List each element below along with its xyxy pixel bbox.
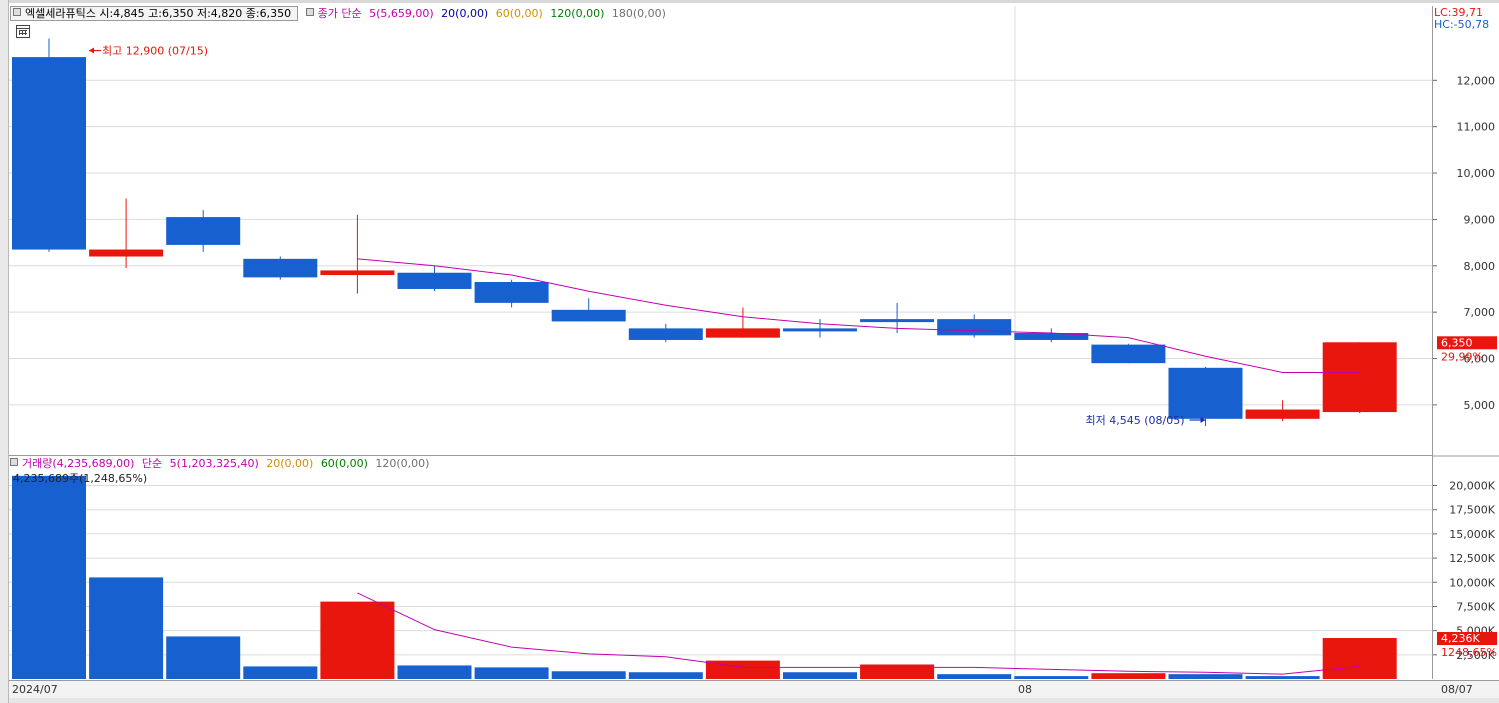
candle-body bbox=[12, 57, 86, 250]
legend-square-icon bbox=[305, 8, 314, 16]
x-label-month: 08 bbox=[1018, 683, 1032, 696]
volume-bar bbox=[1091, 673, 1166, 679]
candle-body bbox=[937, 319, 1012, 336]
legend-square-icon bbox=[13, 8, 21, 16]
high-annotation: 최고 12,900 (07/15) bbox=[102, 45, 208, 58]
volume-bar bbox=[783, 672, 857, 679]
volume-tick-label: 10,000K bbox=[1449, 576, 1495, 589]
volume-tick-label: 7,500K bbox=[1456, 600, 1495, 613]
volume-bar bbox=[12, 475, 86, 679]
volume-chart[interactable]: 4,235,689주(1,248,65%) bbox=[9, 457, 1432, 679]
vol-ma-title[interactable]: 단순 bbox=[142, 457, 162, 470]
x-label-end: 08/07 bbox=[1441, 683, 1473, 696]
volume-bar bbox=[474, 667, 549, 679]
price-tick-label: 11,000 bbox=[1457, 121, 1496, 134]
hc-label: HC:-50,78 bbox=[1434, 18, 1490, 31]
volume-bar bbox=[89, 577, 164, 679]
candle-body bbox=[1322, 342, 1397, 413]
price-axis[interactable]: 5,000 6,000 7,000 8,000 9,000 10,000 11,000 12,… bbox=[1432, 6, 1499, 679]
candle-body bbox=[628, 328, 703, 340]
ma60-label[interactable]: 60(0,00) bbox=[496, 7, 543, 20]
volume-bar bbox=[243, 666, 318, 679]
volume-bar bbox=[1322, 638, 1397, 679]
volume-tag-label: 4,236K bbox=[1441, 632, 1480, 645]
left-resize-bar[interactable] bbox=[0, 0, 9, 703]
vol-ma20-label[interactable]: 20(0,00) bbox=[266, 457, 313, 470]
candle-body bbox=[551, 309, 626, 322]
low-annotation: 최저 4,545 (08/05) bbox=[1086, 414, 1185, 427]
volume-bar bbox=[937, 674, 1012, 679]
high-arrow-head-icon bbox=[89, 47, 94, 54]
legend-square-icon bbox=[10, 458, 18, 466]
ma180-label[interactable]: 180(0,00) bbox=[612, 7, 666, 20]
price-tick-label: 12,000 bbox=[1457, 74, 1496, 87]
vol-ma120-label[interactable]: 120(0,00) bbox=[375, 457, 429, 470]
scroll-strip[interactable] bbox=[9, 698, 1499, 703]
stock-chart-window: 최고 12,900 (07/15) 최저 4,545 (08/05) 4,235,… bbox=[0, 0, 1499, 703]
ma20-label[interactable]: 20(0,00) bbox=[441, 7, 488, 20]
vol-ma5-label[interactable]: 5(1,203,325,40) bbox=[170, 457, 259, 470]
price-tick-label: 8,000 bbox=[1464, 260, 1496, 273]
price-legend: 엑셀세라퓨틱스 시:4,845 고:6,350 저:4,820 종:6,350 … bbox=[10, 6, 670, 22]
candle-body bbox=[860, 319, 935, 323]
price-tick-label: 10,000 bbox=[1457, 167, 1496, 180]
volume-first-label: 4,235,689주(1,248,65%) bbox=[13, 472, 147, 485]
price-tick-label: 9,000 bbox=[1464, 213, 1496, 226]
volume-tick-label: 15,000K bbox=[1449, 528, 1495, 541]
ma-title[interactable]: 종가 단순 bbox=[318, 7, 362, 20]
candle-body bbox=[1245, 409, 1320, 419]
price-tick-label: 5,000 bbox=[1464, 399, 1496, 412]
candle-body bbox=[1014, 333, 1089, 340]
volume-title[interactable]: 거래량(4,235,689,00) bbox=[22, 457, 134, 470]
volume-bar bbox=[551, 671, 626, 679]
volume-tick-label: 17,500K bbox=[1449, 504, 1495, 517]
candle-body bbox=[397, 272, 472, 289]
volume-change-label: 1248,65% bbox=[1441, 646, 1497, 659]
volume-bar bbox=[1168, 674, 1243, 679]
candle-body bbox=[166, 217, 241, 245]
calendar-icon[interactable] bbox=[16, 25, 30, 38]
volume-tick-label: 20,000K bbox=[1449, 480, 1495, 493]
price-chart[interactable]: 최고 12,900 (07/15) 최저 4,545 (08/05) bbox=[9, 6, 1432, 456]
window-top-edge bbox=[0, 0, 1499, 3]
vol-ma60-label[interactable]: 60(0,00) bbox=[321, 457, 368, 470]
volume-bar bbox=[166, 636, 241, 679]
candle-body bbox=[1168, 367, 1243, 419]
vol-ma5-line bbox=[357, 592, 1360, 675]
price-info-text: 엑셀세라퓨틱스 시:4,845 고:6,350 저:4,820 종:6,350 bbox=[25, 7, 292, 20]
price-tick-label: 7,000 bbox=[1464, 306, 1496, 319]
volume-bar bbox=[860, 664, 935, 679]
volume-bar bbox=[320, 601, 395, 679]
ma5-line bbox=[357, 258, 1360, 373]
candle-body bbox=[705, 328, 780, 338]
volume-bar bbox=[1245, 676, 1320, 679]
volume-tick-label: 12,500K bbox=[1449, 552, 1495, 565]
candle-body bbox=[243, 258, 318, 278]
volume-bar bbox=[397, 665, 472, 679]
price-tag-label: 6,350 bbox=[1441, 336, 1473, 349]
ma5-label[interactable]: 5(5,659,00) bbox=[369, 7, 434, 20]
ma120-label[interactable]: 120(0,00) bbox=[550, 7, 604, 20]
y-axis-ticks: 5,0006,0007,0008,0009,00010,00011,00012,… bbox=[1433, 74, 1499, 662]
volume-bar bbox=[628, 672, 703, 679]
volume-legend: 거래량(4,235,689,00) 단순 5(1,203,325,40) 20(… bbox=[10, 456, 433, 472]
candle-body bbox=[320, 270, 395, 276]
candle-body bbox=[89, 249, 164, 257]
volume-bar bbox=[1014, 676, 1089, 679]
price-change-label: 29,99% bbox=[1441, 350, 1483, 363]
candle-body bbox=[1091, 344, 1166, 364]
candle-body bbox=[783, 328, 857, 332]
date-axis[interactable]: 2024/07 08 08/07 bbox=[9, 680, 1499, 699]
candle-body bbox=[474, 282, 549, 303]
x-label-start: 2024/07 bbox=[12, 683, 58, 696]
price-info[interactable]: 엑셀세라퓨틱스 시:4,845 고:6,350 저:4,820 종:6,350 bbox=[10, 6, 299, 21]
